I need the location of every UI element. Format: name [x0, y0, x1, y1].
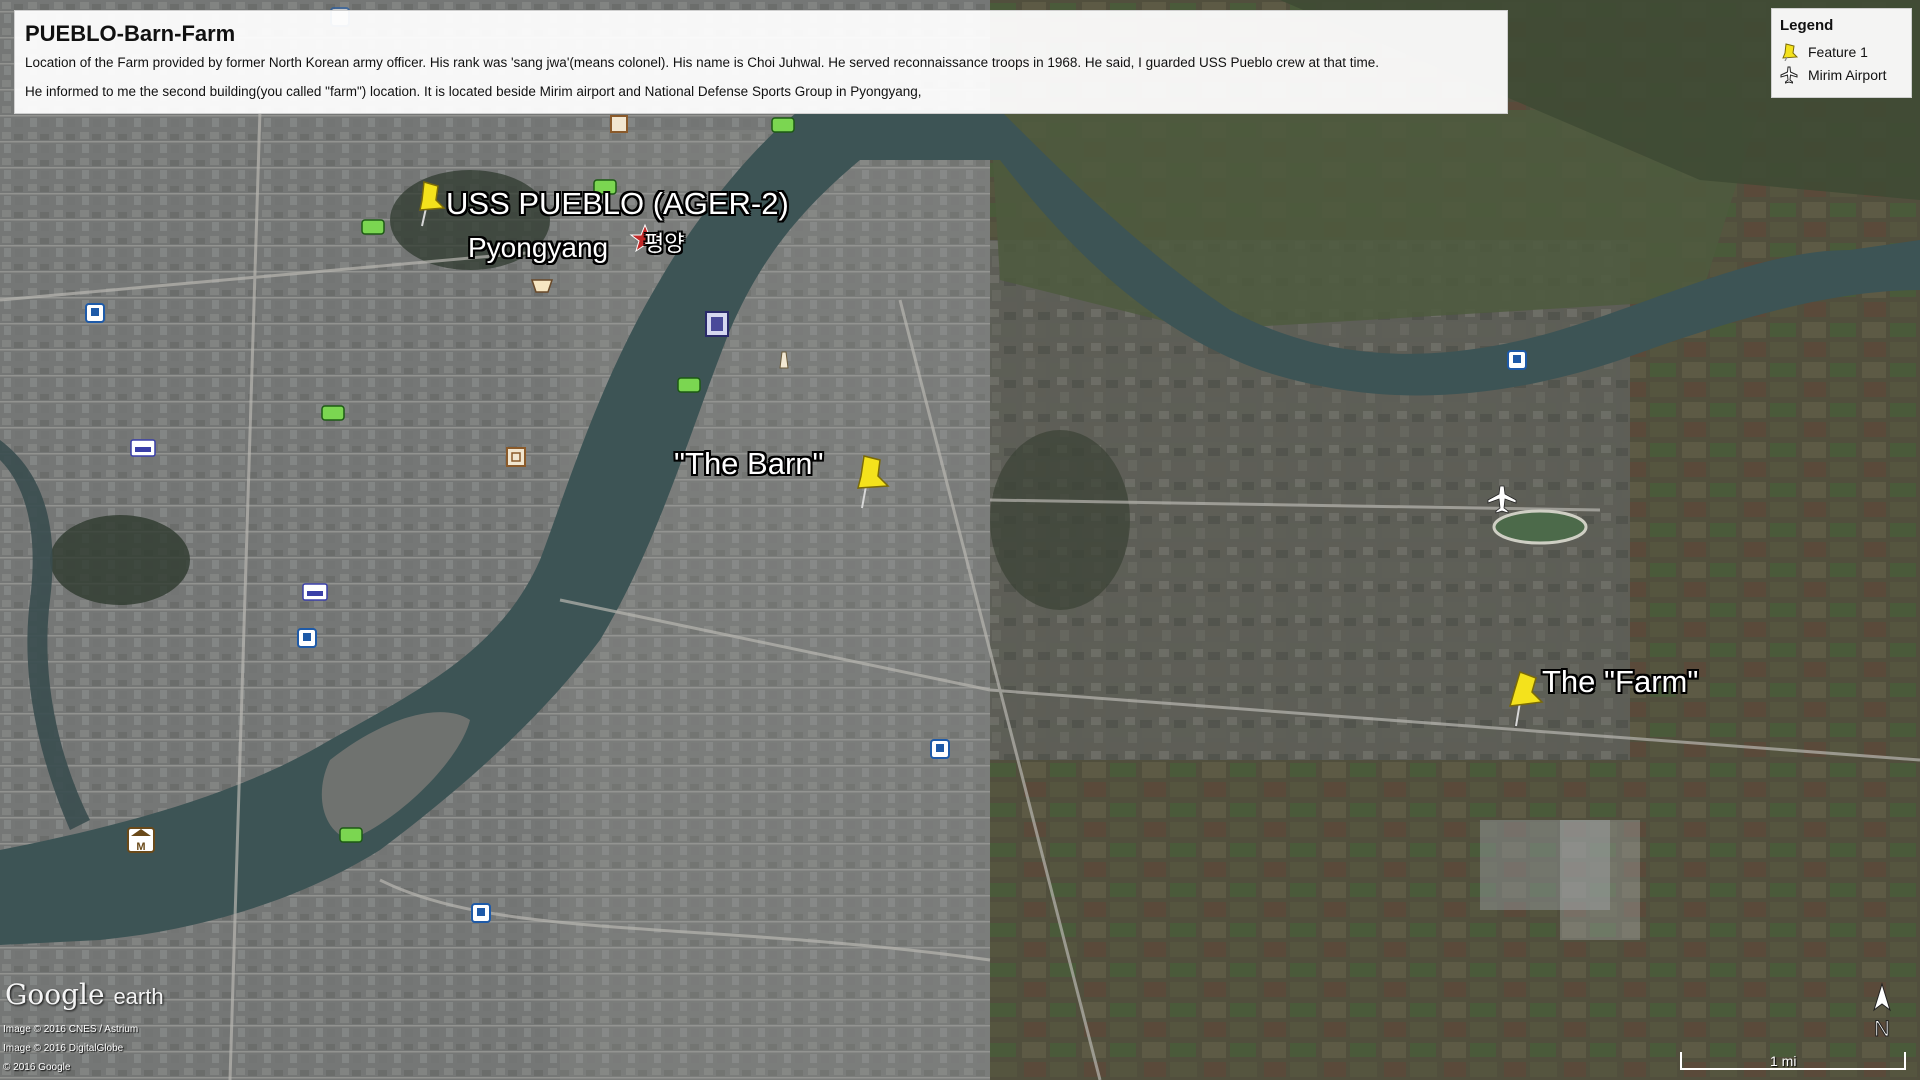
compass-n-label: N: [1874, 1016, 1890, 1041]
legend-title: Legend: [1780, 17, 1834, 34]
google-earth-logo: Google earth: [5, 978, 164, 1011]
park-icon[interactable]: [771, 117, 795, 133]
train-station-icon[interactable]: [1507, 350, 1527, 370]
park-icon[interactable]: [321, 405, 345, 421]
train-station-icon[interactable]: [297, 628, 317, 648]
info-balloon: PUEBLO-Barn-Farm Location of the Farm pr…: [14, 10, 1508, 114]
film-icon[interactable]: [705, 311, 729, 337]
copyright-line-3: © 2016 Google: [3, 1062, 71, 1073]
the-barn-label[interactable]: "The Barn": [674, 446, 824, 482]
train-station-icon[interactable]: [85, 303, 105, 323]
copyright-line-2: Image © 2016 DigitalGlobe: [3, 1043, 124, 1054]
monument-icon[interactable]: [779, 351, 789, 369]
legend-item-label: Mirim Airport: [1808, 66, 1887, 83]
legend-panel: Legend Feature 1 Mirim Airport: [1771, 8, 1912, 98]
train-station-icon[interactable]: [930, 739, 950, 759]
park-icon[interactable]: [339, 827, 363, 843]
park-icon[interactable]: [677, 377, 701, 393]
the-farm-label[interactable]: The "Farm": [1542, 664, 1698, 700]
north-arrow-icon[interactable]: N: [1864, 982, 1900, 1042]
pyongyang-label: Pyongyang: [468, 232, 609, 263]
legend-item-mirim-airport[interactable]: Mirim Airport: [1780, 63, 1903, 86]
uss-pueblo-label[interactable]: USS PUEBLO (AGER-2): [446, 186, 789, 222]
museum-icon[interactable]: M: [127, 827, 155, 853]
hotel-icon[interactable]: [130, 439, 156, 457]
satellite-map[interactable]: M: [0, 0, 1920, 1080]
yellow-pushpin-icon: [1782, 42, 1798, 61]
info-description-line-1: Location of the Farm provided by former …: [25, 55, 1380, 70]
landmark-icon[interactable]: [506, 447, 526, 467]
scale-label: 1 mi: [1770, 1053, 1797, 1069]
hotel-icon[interactable]: [302, 583, 328, 601]
svg-text:M: M: [136, 841, 145, 853]
airplane-icon: [1780, 66, 1798, 84]
park-icon[interactable]: [361, 219, 385, 235]
theater-icon[interactable]: [530, 279, 554, 293]
info-title: PUEBLO-Barn-Farm: [25, 21, 236, 46]
legend-item-label: Feature 1: [1808, 43, 1868, 60]
pyongyang-korean-label: 평양: [644, 231, 685, 256]
landmark-icon[interactable]: [610, 115, 628, 133]
train-station-icon[interactable]: [471, 903, 491, 923]
legend-item-feature-1[interactable]: Feature 1: [1780, 40, 1903, 63]
copyright-line-1: Image © 2016 CNES / Astrium: [3, 1024, 139, 1035]
info-description-line-2: He informed to me the second building(yo…: [25, 84, 922, 99]
